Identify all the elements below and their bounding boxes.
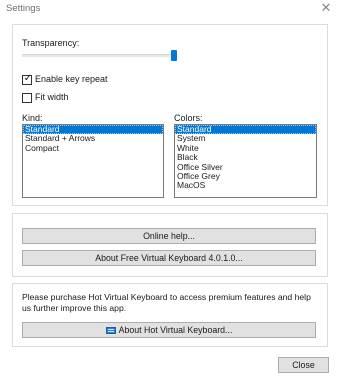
transparency-slider-thumb[interactable] (171, 50, 177, 61)
checkmark-icon: ✓ (23, 73, 33, 84)
help-group (12, 213, 328, 277)
about-hot-keyboard-label: About Hot Virtual Keyboard... (118, 325, 233, 335)
close-icon[interactable]: ✕ (318, 0, 334, 16)
fit-width-checkbox[interactable] (22, 93, 32, 103)
colors-label: Colors: (174, 113, 203, 123)
colors-list-item[interactable]: MacOS (175, 180, 316, 190)
enable-key-repeat-label[interactable]: Enable key repeat (35, 74, 108, 84)
colors-listbox[interactable]: Standard System White Black Office Silve… (174, 124, 317, 198)
kind-label: Kind: (22, 113, 43, 123)
window-title: Settings (6, 3, 41, 14)
online-help-button[interactable]: Online help... (22, 228, 316, 244)
title-bar: Settings ✕ (0, 0, 340, 18)
keyboard-icon (105, 326, 116, 334)
about-free-keyboard-button[interactable]: About Free Virtual Keyboard 4.0.1.0... (22, 250, 316, 266)
purchase-message: Please purchase Hot Virtual Keyboard to … (22, 292, 311, 313)
kind-listbox[interactable]: Standard Standard + Arrows Compact (22, 124, 164, 198)
about-hot-keyboard-button[interactable]: About Hot Virtual Keyboard... (22, 322, 316, 338)
enable-key-repeat-checkbox[interactable]: ✓ (22, 73, 33, 85)
fit-width-label[interactable]: Fit width (35, 92, 69, 102)
transparency-slider-track[interactable] (22, 54, 176, 57)
kind-list-item[interactable]: Compact (23, 143, 163, 153)
close-button[interactable]: Close (278, 357, 329, 373)
transparency-label: Transparency: (22, 38, 80, 48)
